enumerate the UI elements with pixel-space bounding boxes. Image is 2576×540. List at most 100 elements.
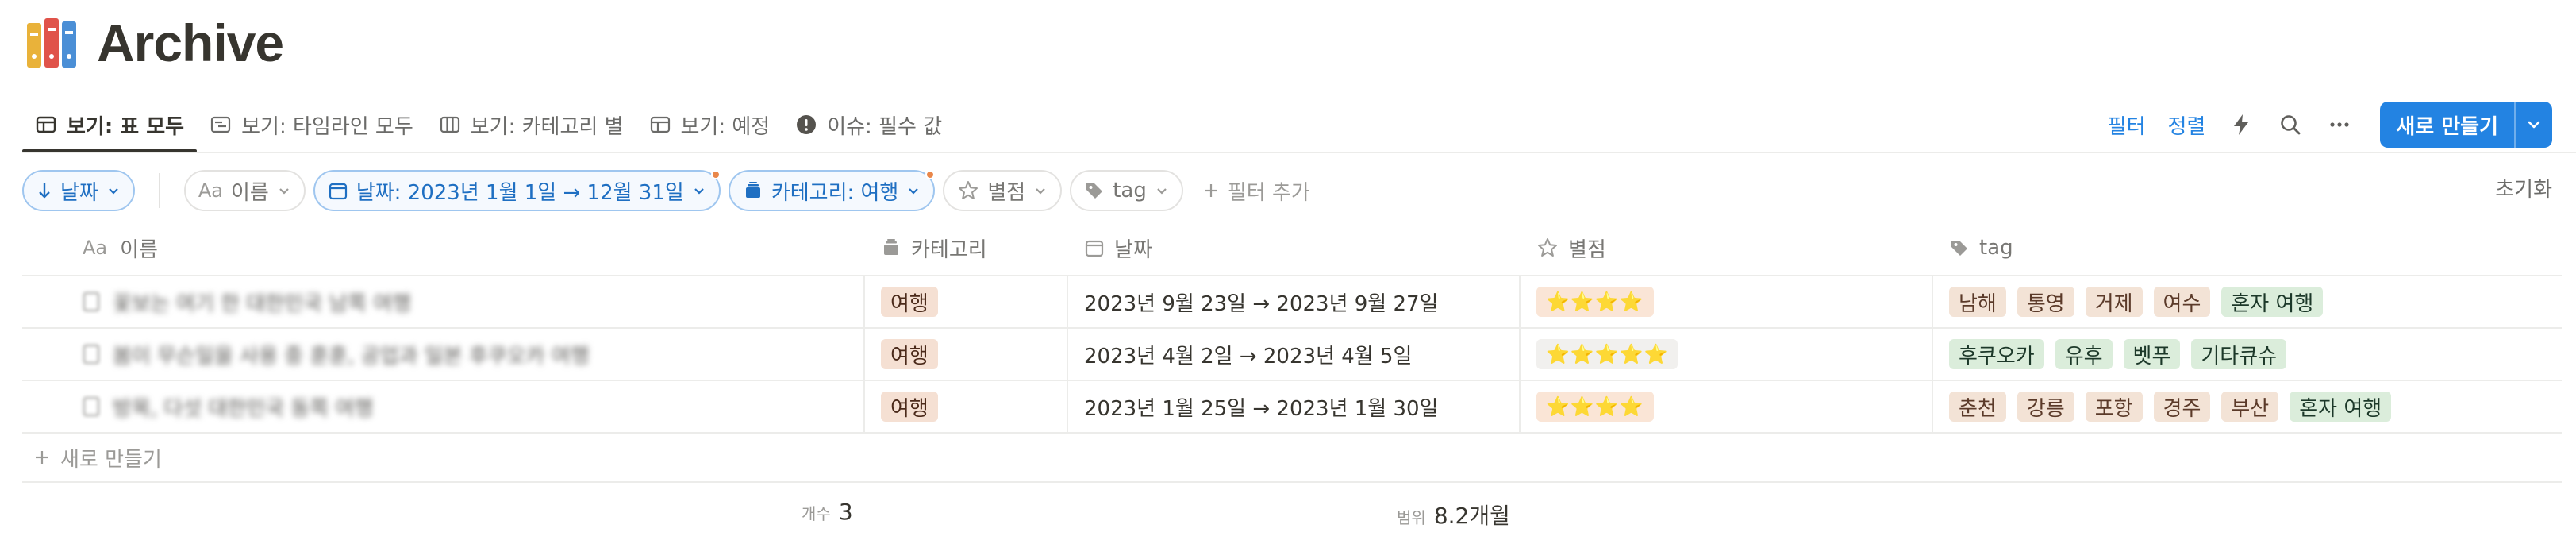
tab-label: 보기: 타임라인 모두 <box>241 114 413 139</box>
row-name: 꽃보는 여기 한 대한민국 남쪽 여행 <box>113 291 412 316</box>
new-button-label[interactable]: 새로 만들기 <box>2380 102 2514 148</box>
tag-pill: 남해 <box>1949 287 2006 317</box>
row-date-cell[interactable]: 2023년 4월 2일 → 2023년 4월 5일 <box>1068 329 1521 380</box>
tab-label: 보기: 예정 <box>680 114 771 139</box>
table-icon <box>650 116 670 133</box>
table-row[interactable]: 봄이 무슨일을 사용 중 훈훈, 공업과 일본 후쿠오카 여행 여행 2023년… <box>22 329 2562 381</box>
tab-label: 보기: 표 모두 <box>67 114 185 139</box>
page-title: Archive <box>97 14 284 72</box>
filter-separator <box>158 173 160 208</box>
tag-filter-chip[interactable]: tag <box>1070 170 1183 211</box>
new-button[interactable]: 새로 만들기 <box>2380 102 2552 148</box>
column-header-category[interactable]: 카테고리 <box>865 221 1068 275</box>
chevron-down-icon <box>109 188 118 195</box>
name-filter-label: 이름 <box>230 180 269 205</box>
tag-icon <box>1086 183 1103 199</box>
star-outline-icon <box>959 181 978 199</box>
column-header-date[interactable]: 날짜 <box>1068 221 1521 275</box>
text-property-icon: Aa <box>198 179 223 202</box>
row-rating-cell[interactable]: ⭐⭐⭐⭐ <box>1521 276 1933 327</box>
search-icon[interactable] <box>2277 111 2304 138</box>
active-filter-dot <box>710 170 721 179</box>
count-calculation[interactable]: 개수 3 <box>802 499 853 525</box>
column-header-name[interactable]: Aa 이름 <box>22 221 865 275</box>
tag-pill: 유후 <box>2055 339 2113 369</box>
chevron-down-icon <box>1157 188 1167 195</box>
row-tag-cell[interactable]: 후쿠오카 유후 벳푸 기타큐슈 <box>1933 329 2562 380</box>
column-header-label: 이름 <box>120 237 158 262</box>
tag-pill: 부산 <box>2221 392 2279 422</box>
row-rating-cell[interactable]: ⭐⭐⭐⭐ <box>1521 381 1933 432</box>
new-row-button[interactable]: 새로 만들기 <box>22 434 2562 483</box>
stack-icon <box>884 239 898 255</box>
row-name-cell[interactable]: 방목, 다섯 대한민국 동쪽 여행 <box>22 381 865 432</box>
rating-pill: ⭐⭐⭐⭐ <box>1536 287 1654 317</box>
books-icon <box>24 15 79 71</box>
row-name-cell[interactable]: 꽃보는 여기 한 대한민국 남쪽 여행 <box>22 276 865 327</box>
chevron-down-icon <box>279 188 289 195</box>
category-filter-chip[interactable]: 카테고리: 여행 <box>728 170 936 211</box>
more-icon[interactable] <box>2326 111 2353 138</box>
date-filter-chip[interactable]: 날짜: 2023년 1월 1일 → 12월 31일 <box>313 170 721 211</box>
row-date: 2023년 9월 23일 → 2023년 9월 27일 <box>1084 291 1439 316</box>
column-header-rating[interactable]: 별점 <box>1521 221 1933 275</box>
rating-pill: ⭐⭐⭐⭐⭐ <box>1536 339 1678 369</box>
row-tag-cell[interactable]: 춘천 강릉 포항 경주 부산 혼자 여행 <box>1933 381 2562 432</box>
table-row[interactable]: 방목, 다섯 대한민국 동쪽 여행 여행 2023년 1월 25일 → 2023… <box>22 381 2562 434</box>
row-date-cell[interactable]: 2023년 9월 23일 → 2023년 9월 27일 <box>1068 276 1521 327</box>
row-name: 방목, 다섯 대한민국 동쪽 여행 <box>113 396 374 421</box>
tag-icon <box>1951 241 1967 256</box>
add-filter-label: 필터 추가 <box>1227 180 1310 205</box>
tag-pill: 경주 <box>2153 392 2211 422</box>
row-name-cell[interactable]: 봄이 무슨일을 사용 중 훈훈, 공업과 일본 후쿠오카 여행 <box>22 329 865 380</box>
filter-button[interactable]: 필터 <box>2108 110 2146 140</box>
column-header-label: 날짜 <box>1114 237 1152 262</box>
page-icon <box>83 345 99 364</box>
calendar-icon <box>1085 240 1104 257</box>
text-property-icon: Aa <box>83 237 108 259</box>
category-filter-label: 카테고리: 여행 <box>771 180 899 205</box>
tag-pill: 포항 <box>2085 392 2143 422</box>
calendar-icon <box>329 183 347 200</box>
range-value: 8.2개월 <box>1433 503 1510 529</box>
page-header: Archive <box>24 11 284 75</box>
tag-pill: 벳푸 <box>2123 339 2181 369</box>
sort-chip[interactable]: 날짜 <box>22 170 135 211</box>
page-icon <box>83 292 99 311</box>
column-header-label: 별점 <box>1568 237 1606 262</box>
tab-upcoming[interactable]: 보기: 예정 <box>636 97 783 152</box>
column-header-tag[interactable]: tag <box>1933 221 2562 275</box>
chevron-down-icon[interactable] <box>2514 102 2552 148</box>
reset-button[interactable]: 초기화 <box>2495 173 2552 202</box>
row-category-cell[interactable]: 여행 <box>865 381 1068 432</box>
row-date: 2023년 1월 25일 → 2023년 1월 30일 <box>1084 396 1439 421</box>
date-filter-label: 날짜: 2023년 1월 1일 → 12월 31일 <box>356 180 684 205</box>
tag-pill: 여수 <box>2153 287 2211 317</box>
tab-timeline-all[interactable]: 보기: 타임라인 모두 <box>197 97 426 152</box>
row-tag-cell[interactable]: 남해 통영 거제 여수 혼자 여행 <box>1933 276 2562 327</box>
range-calculation[interactable]: 범위 8.2개월 <box>1397 499 1510 530</box>
rating-filter-chip[interactable]: 별점 <box>943 170 1063 211</box>
category-pill: 여행 <box>881 339 938 369</box>
table-row[interactable]: 꽃보는 여기 한 대한민국 남쪽 여행 여행 2023년 9월 23일 → 20… <box>22 276 2562 329</box>
new-row-label: 새로 만들기 <box>60 447 162 472</box>
tab-label: 보기: 카테고리 별 <box>470 114 624 139</box>
automation-icon[interactable] <box>2228 111 2255 138</box>
row-category-cell[interactable]: 여행 <box>865 329 1068 380</box>
add-filter-button[interactable]: 필터 추가 <box>1202 176 1310 206</box>
chevron-down-icon <box>909 188 919 195</box>
category-pill: 여행 <box>881 287 938 317</box>
row-date-cell[interactable]: 2023년 1월 25일 → 2023년 1월 30일 <box>1068 381 1521 432</box>
tab-by-category[interactable]: 보기: 카테고리 별 <box>426 97 636 152</box>
tab-table-all[interactable]: 보기: 표 모두 <box>22 97 198 152</box>
tab-issue-required[interactable]: 이슈: 필수 값 <box>782 97 955 152</box>
sort-button[interactable]: 정렬 <box>2168 110 2206 140</box>
tag-pill: 강릉 <box>2017 392 2074 422</box>
tag-pill: 통영 <box>2017 287 2074 317</box>
row-rating-cell[interactable]: ⭐⭐⭐⭐⭐ <box>1521 329 1933 380</box>
tag-pill: 춘천 <box>1949 392 2006 422</box>
rating-filter-label: 별점 <box>987 180 1026 205</box>
name-filter-chip[interactable]: Aa 이름 <box>183 170 306 211</box>
column-header-label: 카테고리 <box>911 237 987 262</box>
row-category-cell[interactable]: 여행 <box>865 276 1068 327</box>
